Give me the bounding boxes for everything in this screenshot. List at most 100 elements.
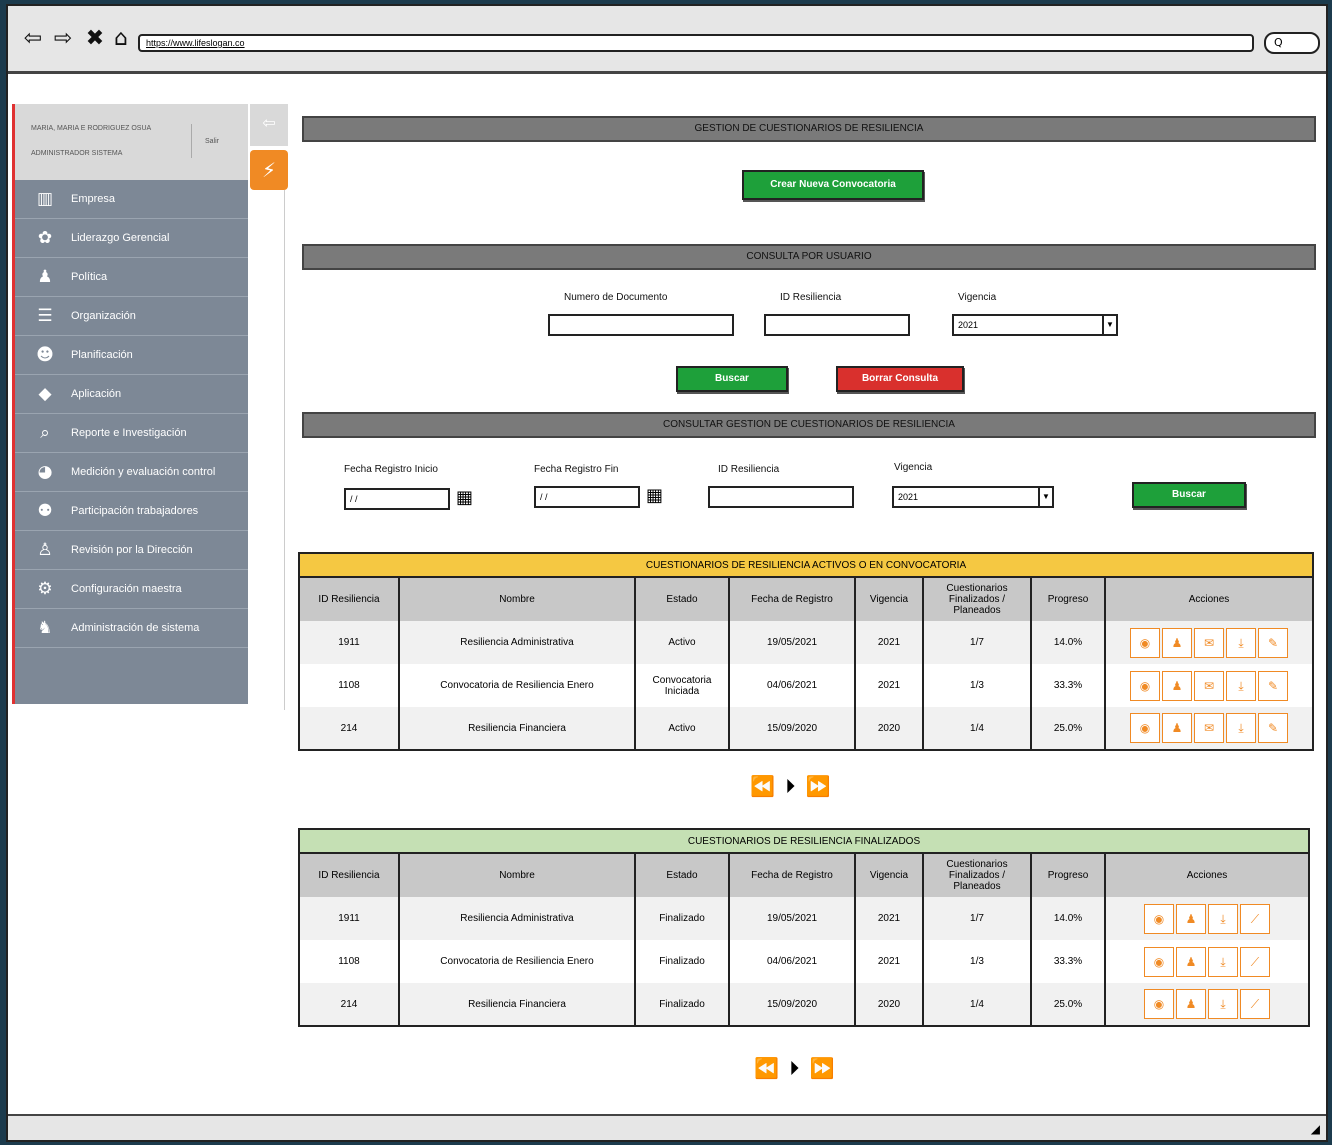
column-header: Fecha de Registro [729, 577, 856, 621]
chevron-down-icon: ▼ [1038, 488, 1052, 506]
table-row: 1911 Resiliencia Administrativa Finalizado… [299, 897, 1310, 940]
cell-id: 1911 [299, 621, 400, 664]
sidebar-item-administraci-n-de-sistema[interactable]: ♞ Administración de sistema [15, 609, 248, 648]
divider [191, 124, 192, 158]
sidebar-item-configuraci-n-maestra[interactable]: ⚙ Configuración maestra [15, 570, 248, 609]
admin-icon: ♞ [37, 618, 53, 638]
cell-name: Convocatoria de Resiliencia Enero [399, 940, 636, 983]
sidebar-item-participaci-n-trabajadores[interactable]: ⚉ Participación trabajadores [15, 492, 248, 531]
sidebar-item-planificaci-n[interactable]: ☻ Planificación [15, 336, 248, 375]
chart-icon[interactable]: ⟋ [1240, 946, 1270, 977]
cell-date: 15/09/2020 [729, 707, 856, 750]
sidebar-item-organizaci-n[interactable]: ☰ Organización [15, 297, 248, 336]
action-group: ◉ ♟ ⤓ ⟋ [1144, 946, 1270, 977]
sidebar-menu: ▥ Empresa ✿ Liderazgo Gerencial ♟ Política ☰ Or… [15, 180, 248, 648]
chart-icon[interactable]: ⟋ [1240, 903, 1270, 934]
logout-link[interactable]: Salir [205, 138, 219, 145]
resize-grip-icon[interactable]: ◢ [1311, 1122, 1320, 1136]
cell-state: Activo [635, 621, 730, 664]
start-date-input[interactable]: / / [344, 488, 450, 510]
user-icon[interactable]: ♟ [1162, 627, 1192, 658]
user-icon[interactable]: ♟ [1162, 713, 1192, 743]
column-header: Vigencia [855, 577, 924, 621]
url-bar[interactable]: https://www.lifeslogan.co [138, 34, 1254, 52]
document-number-input[interactable] [548, 314, 734, 336]
mail-icon[interactable]: ✉ [1194, 713, 1224, 743]
cell-progress: 33.3% [1031, 940, 1106, 983]
sidebar-item-label: Participación trabajadores [71, 505, 199, 517]
cell-date: 04/06/2021 [729, 664, 856, 707]
download-icon[interactable]: ⤓ [1226, 713, 1256, 743]
download-icon[interactable]: ⤓ [1226, 627, 1256, 658]
search-icon: ⌕ [40, 423, 50, 443]
table-header: ID Resiliencia Nombre Estado Fecha de Regis… [299, 577, 1314, 621]
sidebar-item-reporte-e-investigaci-n[interactable]: ⌕ Reporte e Investigación [15, 414, 248, 453]
pagination-icon[interactable]: ⏪ ⏵ ⏩ [754, 1056, 837, 1080]
sidebar-item-empresa[interactable]: ▥ Empresa [15, 180, 248, 219]
vigencia-value: 2021 [898, 492, 919, 502]
search-button[interactable]: Buscar [1132, 482, 1246, 508]
view-icon[interactable]: ◉ [1130, 627, 1160, 658]
sidebar-item-liderazgo-gerencial[interactable]: ✿ Liderazgo Gerencial [15, 219, 248, 258]
cell-date: 19/05/2021 [729, 621, 856, 664]
calendar-icon[interactable]: ▦ [646, 485, 663, 506]
divider [284, 190, 285, 710]
user-icon[interactable]: ♟ [1162, 670, 1192, 701]
cell-name: Resiliencia Administrativa [399, 621, 636, 664]
sidebar-item-label: Configuración maestra [71, 583, 182, 595]
search-icon[interactable]: Q [1264, 32, 1320, 54]
mail-icon[interactable]: ✉ [1194, 670, 1224, 701]
sidebar-item-aplicaci-n[interactable]: ◆ Aplicación [15, 375, 248, 414]
view-icon[interactable]: ◉ [1130, 670, 1160, 701]
sidebar-item-label: Liderazgo Gerencial [71, 232, 170, 244]
edit-icon[interactable]: ✎ [1258, 713, 1288, 743]
action-group: ◉ ♟ ⤓ ⟋ [1144, 989, 1270, 1019]
quick-access-icon[interactable]: ⚡ [250, 150, 288, 190]
table-row: 214 Resiliencia Financiera Finalizado 15/09… [299, 983, 1310, 1026]
chart-icon[interactable]: ⟋ [1240, 989, 1270, 1019]
action-group: ◉ ♟ ✉ ⤓ ✎ [1130, 627, 1288, 658]
edit-icon[interactable]: ✎ [1258, 627, 1288, 658]
view-icon[interactable]: ◉ [1144, 903, 1174, 934]
sidebar-item-revisi-n-por-la-direcci-n[interactable]: ♙ Revisión por la Dirección [15, 531, 248, 570]
table-row: 214 Resiliencia Financiera Activo 15/09/202… [299, 707, 1314, 750]
download-icon[interactable]: ⤓ [1226, 670, 1256, 701]
close-icon[interactable]: ✖ [82, 26, 108, 52]
collapse-icon[interactable]: ⇦ [250, 104, 288, 146]
user-icon[interactable]: ♟ [1176, 989, 1206, 1019]
user-icon[interactable]: ♟ [1176, 903, 1206, 934]
search-button[interactable]: Buscar [676, 366, 788, 392]
sidebar-item-pol-tica[interactable]: ♟ Política [15, 258, 248, 297]
resilience-id-input[interactable] [708, 486, 854, 508]
view-icon[interactable]: ◉ [1144, 989, 1174, 1019]
sidebar-item-medici-n-y-evaluaci-n-control[interactable]: ◕ Medición y evaluación control [15, 453, 248, 492]
end-date-input[interactable]: / / [534, 486, 640, 508]
edit-icon[interactable]: ✎ [1258, 670, 1288, 701]
column-header: Nombre [399, 577, 636, 621]
finalized-resilience-table: CUESTIONARIOS DE RESILIENCIA FINALIZADOS… [298, 828, 1310, 1027]
sidebar-item-label: Reporte e Investigación [71, 427, 187, 439]
mail-icon[interactable]: ✉ [1194, 627, 1224, 658]
vigencia-select[interactable]: 2021 ▼ [892, 486, 1054, 508]
vigencia-select[interactable]: 2021 ▼ [952, 314, 1118, 336]
browser-window: ⇦ ⇨ ✖ ⌂ https://www.lifeslogan.co Q MARI… [6, 4, 1328, 1142]
download-icon[interactable]: ⤓ [1208, 946, 1238, 977]
download-icon[interactable]: ⤓ [1208, 903, 1238, 934]
download-icon[interactable]: ⤓ [1208, 989, 1238, 1019]
cell-name: Convocatoria de Resiliencia Enero [399, 664, 636, 707]
table-row: 1911 Resiliencia Administrativa Activo 19/0… [299, 621, 1314, 664]
forward-icon[interactable]: ⇨ [50, 26, 76, 52]
clear-query-button[interactable]: Borrar Consulta [836, 366, 964, 392]
home-icon[interactable]: ⌂ [108, 26, 134, 52]
create-convocatoria-button[interactable]: Crear Nueva Convocatoria [742, 170, 924, 200]
back-icon[interactable]: ⇦ [20, 26, 46, 52]
view-icon[interactable]: ◉ [1144, 946, 1174, 977]
resilience-id-input[interactable] [764, 314, 910, 336]
pagination-icon[interactable]: ⏪ ⏵ ⏩ [750, 774, 833, 798]
calendar-icon[interactable]: ▦ [456, 487, 473, 508]
user-icon[interactable]: ♟ [1176, 946, 1206, 977]
view-icon[interactable]: ◉ [1130, 713, 1160, 743]
actions-cell: ◉ ♟ ✉ ⤓ ✎ [1105, 621, 1314, 664]
action-group: ◉ ♟ ✉ ⤓ ✎ [1130, 670, 1288, 701]
cell-count: 1/4 [923, 983, 1032, 1026]
